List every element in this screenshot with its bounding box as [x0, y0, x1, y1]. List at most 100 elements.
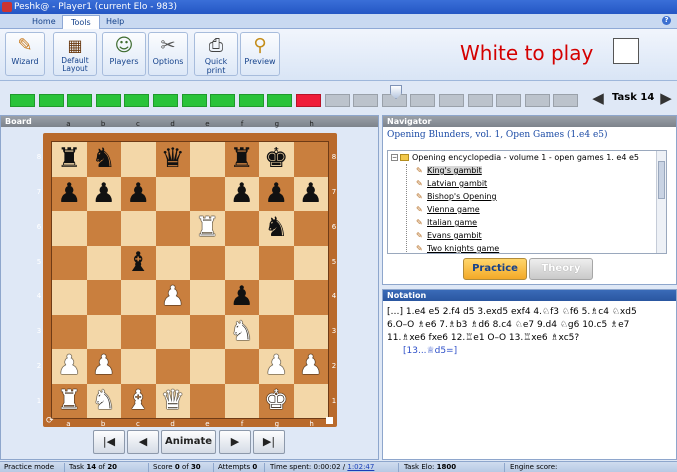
- tree-root[interactable]: − Opening encyclopedia - volume 1 - open …: [391, 152, 639, 164]
- square-d8[interactable]: ♛: [155, 142, 190, 177]
- square-a7[interactable]: ♟: [52, 176, 87, 211]
- tree-scrollbar[interactable]: [656, 151, 666, 253]
- prev-move-button[interactable]: ◀: [127, 430, 159, 454]
- black-pawn-icon[interactable]: ♟: [92, 178, 116, 209]
- black-queen-icon[interactable]: ♛: [161, 143, 185, 174]
- theory-button[interactable]: Theory: [529, 258, 593, 280]
- white-king-icon[interactable]: ♚: [264, 385, 288, 416]
- progress-cell-todo[interactable]: [553, 94, 579, 107]
- square-e3[interactable]: [190, 314, 225, 349]
- last-move-button[interactable]: ▶|: [253, 430, 285, 454]
- tree-item[interactable]: ✎ Bishop's Opening: [416, 191, 497, 203]
- square-a6[interactable]: [52, 211, 87, 246]
- tree-item[interactable]: ✎ Two knights game: [416, 243, 499, 253]
- preview-button[interactable]: ⚲ Preview: [240, 32, 280, 76]
- flip-board-icon[interactable]: ⟳: [46, 416, 54, 426]
- notation-variation[interactable]: [13...♕d5=]: [387, 345, 672, 358]
- square-h3[interactable]: [293, 314, 328, 349]
- options-button[interactable]: ✂ Options: [148, 32, 188, 76]
- collapse-icon[interactable]: −: [391, 154, 398, 161]
- square-d1[interactable]: ♛: [155, 383, 190, 418]
- square-f6[interactable]: [224, 211, 259, 246]
- square-c1[interactable]: ♝: [121, 383, 156, 418]
- square-g5[interactable]: [259, 245, 294, 280]
- square-e5[interactable]: [190, 245, 225, 280]
- square-a4[interactable]: [52, 280, 87, 315]
- square-h1[interactable]: [293, 383, 328, 418]
- square-d6[interactable]: [155, 211, 190, 246]
- progress-cell-done[interactable]: [153, 94, 178, 107]
- progress-cell-todo[interactable]: [324, 94, 350, 107]
- square-c6[interactable]: [121, 211, 156, 246]
- square-g6[interactable]: ♞: [259, 211, 294, 246]
- progress-cell-done[interactable]: [38, 94, 64, 107]
- progress-cell-todo[interactable]: [353, 94, 379, 107]
- square-h2[interactable]: ♟: [293, 349, 328, 384]
- progress-cell-todo[interactable]: [410, 94, 436, 107]
- square-c4[interactable]: [121, 280, 156, 315]
- square-e2[interactable]: [190, 349, 225, 384]
- progress-cell-todo[interactable]: [524, 94, 550, 107]
- white-queen-icon[interactable]: ♛: [161, 385, 185, 416]
- black-bishop-icon[interactable]: ♝: [126, 247, 150, 278]
- square-c2[interactable]: [121, 349, 156, 384]
- default-layout-button[interactable]: ▦ Default Layout: [53, 32, 97, 76]
- square-a8[interactable]: ♜: [52, 142, 87, 177]
- white-pawn-icon[interactable]: ♟: [57, 350, 81, 381]
- tab-help[interactable]: Help: [98, 15, 132, 29]
- chess-board[interactable]: ♜ ♞ ♛ ♜ ♚ ♟ ♟ ♟ ♟ ♟ ♟ ♜ ♞ ♝ ♟ ♟ ♞ ♟ ♟ ♟ ♟ ♜ ♞ ♝ ♛ ♚: [51, 141, 329, 419]
- square-g3[interactable]: [259, 314, 294, 349]
- white-knight-icon[interactable]: ♞: [230, 316, 254, 347]
- progress-cell-done[interactable]: [10, 94, 35, 107]
- square-d3[interactable]: [155, 314, 190, 349]
- prev-task-icon[interactable]: ◀: [592, 88, 604, 108]
- square-f3[interactable]: ♞: [224, 314, 259, 349]
- square-g2[interactable]: ♟: [259, 349, 294, 384]
- tab-tools[interactable]: Tools: [62, 15, 100, 30]
- progress-cell-done[interactable]: [267, 94, 293, 107]
- black-pawn-icon[interactable]: ♟: [230, 281, 254, 312]
- square-c8[interactable]: [121, 142, 156, 177]
- square-f8[interactable]: ♜: [224, 142, 259, 177]
- tree-item[interactable]: ✎ Latvian gambit: [416, 178, 487, 190]
- square-f5[interactable]: [224, 245, 259, 280]
- square-g7[interactable]: ♟: [259, 176, 294, 211]
- white-pawn-icon[interactable]: ♟: [92, 350, 116, 381]
- square-e8[interactable]: [190, 142, 225, 177]
- progress-cell-current[interactable]: [296, 94, 321, 107]
- notation-body[interactable]: […] 1.e4 e5 2.f4 d5 3.exd5 exf4 4.♘f3 ♘f…: [383, 301, 676, 363]
- square-d5[interactable]: [155, 245, 190, 280]
- black-pawn-icon[interactable]: ♟: [299, 178, 323, 209]
- square-f1[interactable]: [224, 383, 259, 418]
- square-d2[interactable]: [155, 349, 190, 384]
- square-e1[interactable]: [190, 383, 225, 418]
- square-b3[interactable]: [86, 314, 121, 349]
- square-b1[interactable]: ♞: [86, 383, 121, 418]
- black-king-icon[interactable]: ♚: [264, 143, 288, 174]
- square-h7[interactable]: ♟: [293, 176, 328, 211]
- black-pawn-icon[interactable]: ♟: [126, 178, 150, 209]
- black-rook-icon[interactable]: ♜: [57, 143, 81, 174]
- square-g1[interactable]: ♚: [259, 383, 294, 418]
- progress-cell-done[interactable]: [67, 94, 93, 107]
- tree-item[interactable]: ✎ King's gambit: [416, 165, 482, 177]
- square-h8[interactable]: [293, 142, 328, 177]
- square-h6[interactable]: [293, 211, 328, 246]
- square-b7[interactable]: ♟: [86, 176, 121, 211]
- square-e7[interactable]: [190, 176, 225, 211]
- book-title[interactable]: Opening Blunders, vol. 1, Open Games (1.…: [383, 127, 676, 143]
- progress-cell-done[interactable]: [181, 94, 207, 107]
- tree-scroll-thumb[interactable]: [658, 161, 665, 199]
- black-knight-icon[interactable]: ♞: [264, 212, 288, 243]
- progress-cell-done[interactable]: [124, 94, 150, 107]
- square-e4[interactable]: [190, 280, 225, 315]
- players-button[interactable]: ☺ Players: [102, 32, 146, 76]
- square-b2[interactable]: ♟: [86, 349, 121, 384]
- progress-cell-todo[interactable]: [467, 94, 493, 107]
- square-f2[interactable]: [224, 349, 259, 384]
- black-pawn-icon[interactable]: ♟: [264, 178, 288, 209]
- square-g4[interactable]: [259, 280, 294, 315]
- opening-tree[interactable]: − Opening encyclopedia - volume 1 - open …: [387, 150, 667, 254]
- square-a2[interactable]: ♟: [52, 349, 87, 384]
- black-pawn-icon[interactable]: ♟: [57, 178, 81, 209]
